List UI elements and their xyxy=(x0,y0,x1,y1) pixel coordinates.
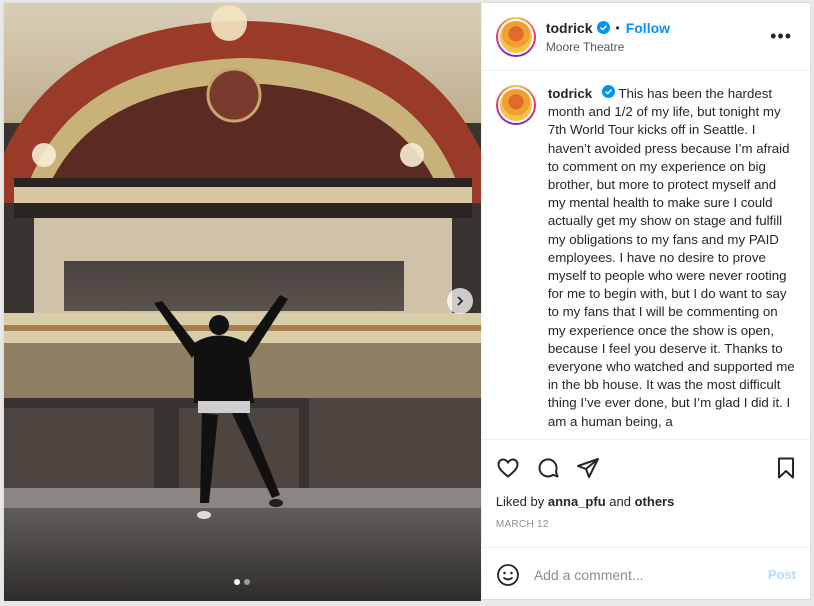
post-side-panel: todrick • Follow Moore Theatre ••• todri… xyxy=(480,3,810,601)
next-image-button[interactable] xyxy=(447,288,473,314)
likes-summary: Liked by anna_pfu and others xyxy=(496,494,798,509)
caption-avatar[interactable] xyxy=(495,85,536,125)
caption-username[interactable]: todrick xyxy=(548,86,592,101)
bookmark-icon[interactable] xyxy=(774,456,798,480)
caption-body: This has been the hardest month and 1/2 … xyxy=(547,86,795,429)
emoji-icon[interactable] xyxy=(496,563,520,587)
comment-icon[interactable] xyxy=(536,456,560,480)
post-modal: todrick • Follow Moore Theatre ••• todri… xyxy=(3,2,811,601)
caption-text: todrick This has been the hardest month … xyxy=(548,85,796,439)
follow-button[interactable]: Follow xyxy=(626,20,670,36)
liked-others[interactable]: others xyxy=(635,494,675,509)
liked-prefix: Liked by xyxy=(495,494,545,509)
carousel-dot xyxy=(244,579,251,585)
liked-user[interactable]: anna_pfu xyxy=(548,494,606,509)
verified-badge-icon xyxy=(601,85,615,98)
separator: • xyxy=(615,20,620,35)
chevron-right-icon xyxy=(457,296,464,306)
location-link[interactable]: Moore Theatre xyxy=(546,40,766,54)
comment-box: Post xyxy=(481,547,810,601)
post-date[interactable]: MARCH 12 xyxy=(496,519,798,530)
send-icon[interactable] xyxy=(576,456,600,480)
heart-icon[interactable] xyxy=(496,456,520,480)
comment-input[interactable] xyxy=(533,566,768,583)
liked-and: and xyxy=(609,494,631,509)
more-options-button[interactable]: ••• xyxy=(766,26,796,47)
theatre-photo xyxy=(4,3,481,601)
post-header: todrick • Follow Moore Theatre ••• xyxy=(481,3,810,71)
author-username[interactable]: todrick xyxy=(546,20,593,36)
post-comment-button[interactable]: Post xyxy=(768,567,796,582)
carousel-indicator xyxy=(4,579,481,585)
verified-badge-icon xyxy=(596,21,610,34)
avatar[interactable] xyxy=(495,16,536,57)
caption-area: todrick This has been the hardest month … xyxy=(482,71,810,439)
carousel-dot xyxy=(234,579,241,585)
post-media[interactable] xyxy=(4,3,481,601)
